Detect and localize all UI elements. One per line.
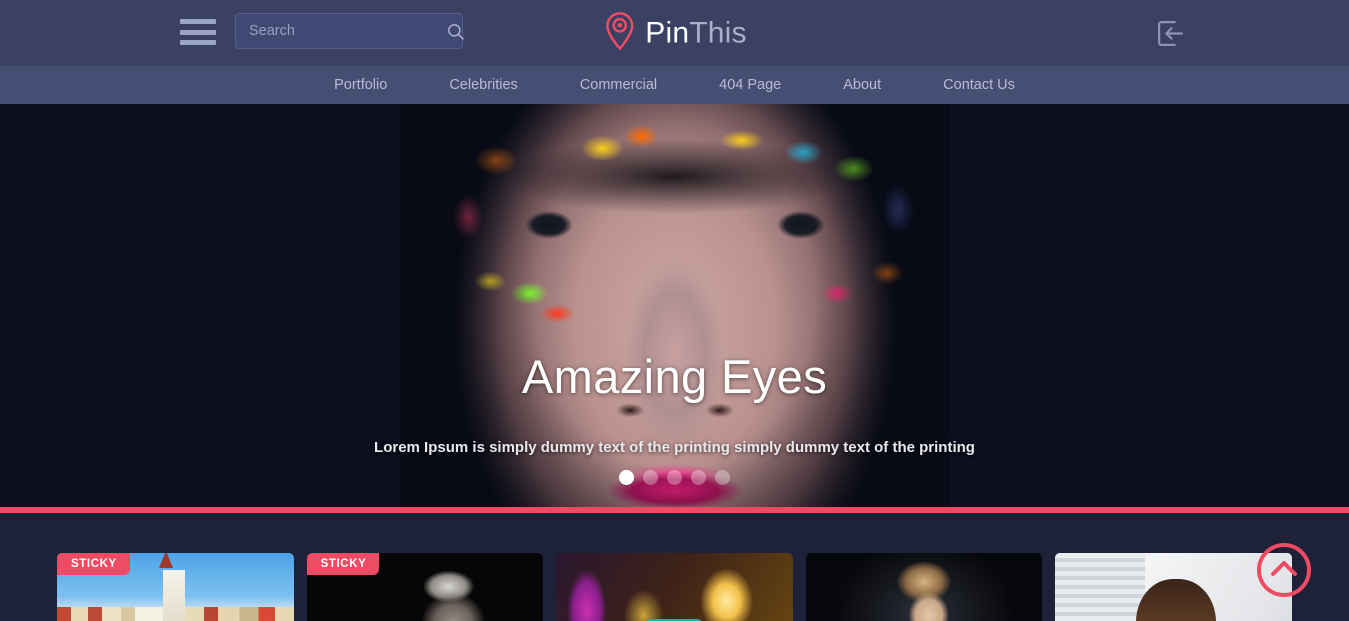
carousel-dot-5[interactable] xyxy=(715,470,730,485)
logo-text-primary: Pin xyxy=(645,16,690,49)
site-logo[interactable]: PinThis xyxy=(602,11,747,56)
nav-item-about[interactable]: About xyxy=(812,66,912,104)
hamburger-bar xyxy=(180,40,216,45)
gallery-thumbnail-image xyxy=(556,553,793,621)
sticky-badge: STICKY xyxy=(57,553,130,575)
main-navigation: Portfolio Celebrities Commercial 404 Pag… xyxy=(0,66,1349,104)
login-arrow-icon[interactable] xyxy=(1155,18,1186,49)
hero-subtitle: Lorem Ipsum is simply dummy text of the … xyxy=(374,439,975,456)
gallery-thumbnail-detail xyxy=(158,553,185,621)
logo-text-secondary: This xyxy=(689,16,747,49)
hero-title: Amazing Eyes xyxy=(521,350,828,403)
search-box[interactable] xyxy=(235,13,464,49)
carousel-dot-3[interactable] xyxy=(667,470,682,485)
hero-carousel: Amazing Eyes Lorem Ipsum is simply dummy… xyxy=(0,104,1349,507)
nav-item-portfolio[interactable]: Portfolio xyxy=(303,66,418,104)
search-input[interactable] xyxy=(236,23,446,39)
map-pin-icon xyxy=(602,11,636,56)
search-icon[interactable] xyxy=(446,14,473,48)
nav-item-404-page[interactable]: 404 Page xyxy=(688,66,812,104)
gallery-card[interactable] xyxy=(805,553,1043,621)
carousel-dot-4[interactable] xyxy=(691,470,706,485)
gallery-card[interactable] xyxy=(556,553,793,621)
hamburger-bar xyxy=(180,19,216,24)
carousel-dot-1[interactable] xyxy=(619,470,634,485)
carousel-dot-2[interactable] xyxy=(643,470,658,485)
nav-item-contact-us[interactable]: Contact Us xyxy=(912,66,1046,104)
sticky-badge: STICKY xyxy=(306,553,380,575)
gallery-thumbnail-image xyxy=(805,553,1043,621)
carousel-dots xyxy=(0,470,1349,485)
top-bar: PinThis xyxy=(0,0,1349,66)
nav-item-commercial[interactable]: Commercial xyxy=(549,66,688,104)
scroll-to-top-button[interactable] xyxy=(1255,541,1313,599)
nav-item-celebrities[interactable]: Celebrities xyxy=(418,66,549,104)
hamburger-menu-icon[interactable] xyxy=(180,19,216,45)
gallery-card[interactable]: STICKY xyxy=(306,553,544,621)
gallery-strip: STICKY STICKY xyxy=(0,513,1349,621)
gallery-card[interactable]: STICKY xyxy=(57,553,294,621)
hamburger-bar xyxy=(180,29,216,35)
logo-text: PinThis xyxy=(645,16,746,50)
